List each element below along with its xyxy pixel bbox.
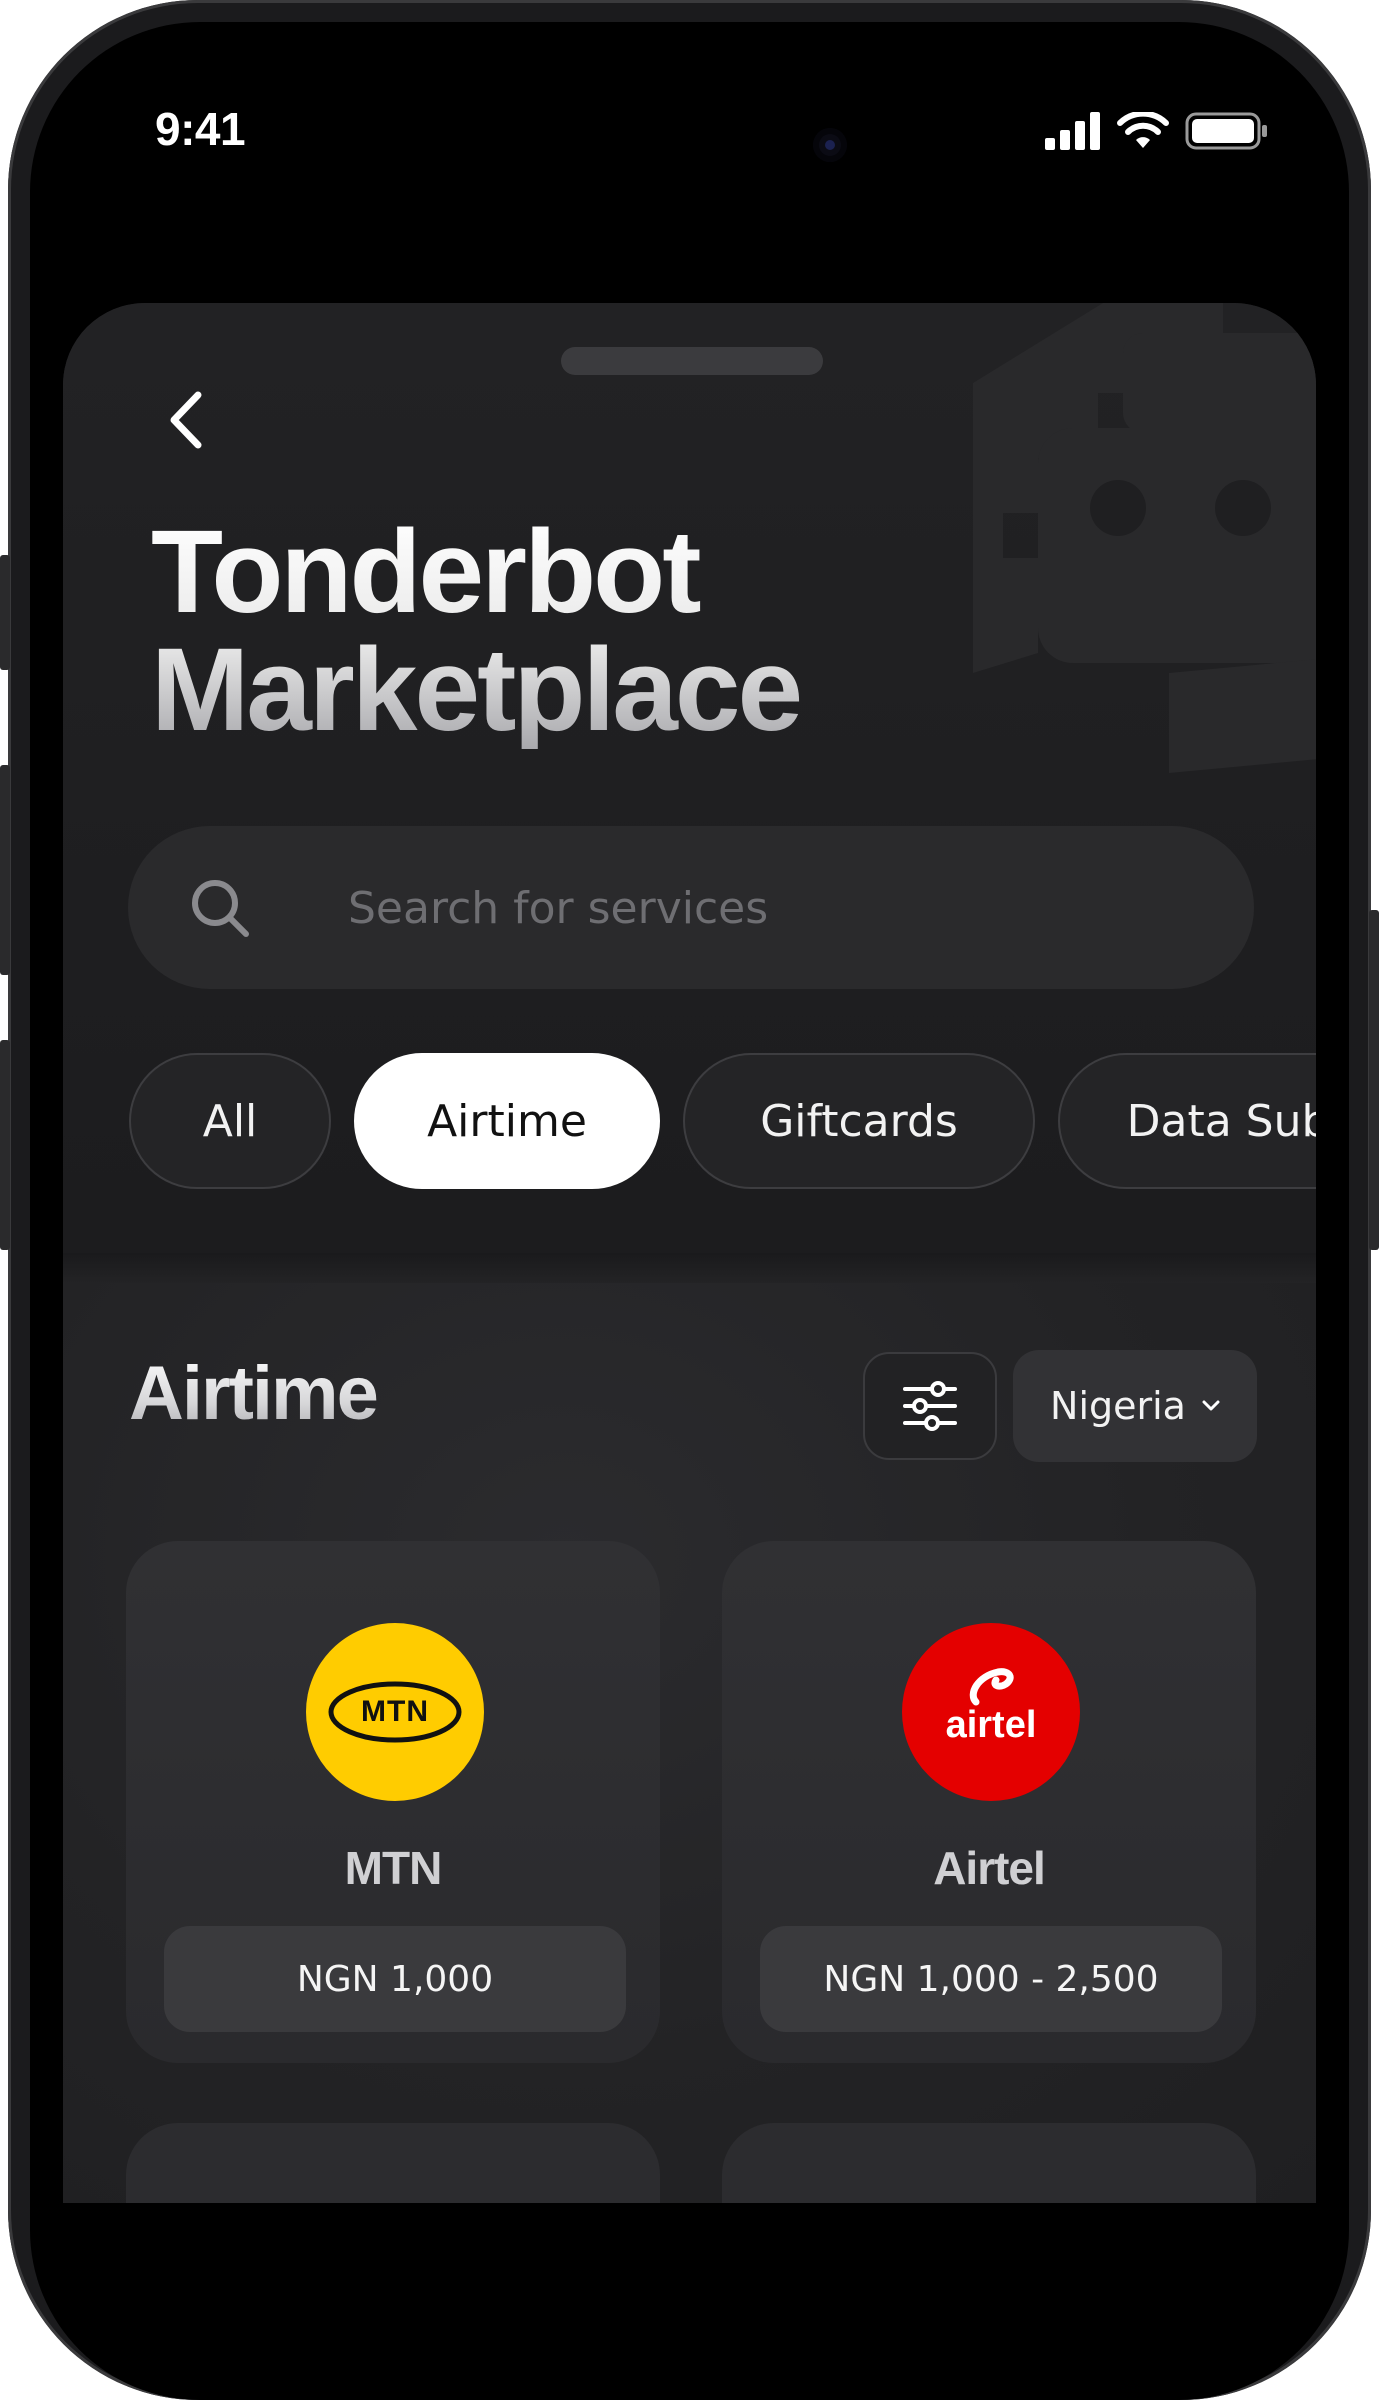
mtn-logo-text: MTN: [361, 1695, 429, 1728]
chevron-down-icon: [1202, 1400, 1220, 1411]
status-icons: [1045, 112, 1269, 150]
country-select-value: Nigeria: [1050, 1384, 1186, 1428]
section-title: Airtime: [129, 1349, 379, 1439]
chip-giftcards[interactable]: Giftcards: [683, 1053, 1035, 1189]
chip-label: Giftcards: [760, 1095, 958, 1147]
side-button-volume-up: [0, 765, 10, 975]
provider-price: NGN 1,000: [164, 1926, 626, 2032]
page-title-line-1: Tonderbot: [151, 506, 699, 638]
section-divider: [63, 1253, 1316, 1283]
page-title: Tonderbot Marketplace: [151, 513, 1051, 749]
search-icon: [192, 880, 249, 937]
airtel-logo: airtel: [902, 1623, 1080, 1801]
filter-button[interactable]: [863, 1352, 997, 1460]
chip-label: All: [202, 1095, 258, 1147]
status-time: 9:41: [155, 103, 246, 155]
provider-price: NGN 1,000 - 2,500: [760, 1926, 1222, 2032]
category-chips: All Airtime Giftcards Data Sub: [129, 1053, 1316, 1193]
airtel-logo-text: airtel: [945, 1703, 1037, 1746]
search-input[interactable]: [346, 876, 1210, 940]
chip-airtime[interactable]: Airtime: [354, 1053, 660, 1189]
back-button[interactable]: [151, 385, 221, 455]
provider-name: Airtel: [933, 1842, 1046, 1894]
wifi-icon: [1117, 112, 1169, 148]
provider-card-partial[interactable]: [126, 2123, 660, 2203]
chip-label: Airtime: [427, 1095, 587, 1147]
chip-all[interactable]: All: [129, 1053, 331, 1189]
sliders-icon: [903, 1381, 957, 1431]
chip-label: Data Sub: [1126, 1095, 1316, 1147]
marketplace-sheet: Tonderbot Marketplace All Airtime Giftca…: [63, 303, 1316, 2203]
battery-icon: [1185, 112, 1267, 150]
side-button-volume-down: [0, 1040, 10, 1250]
page-title-line-2: Marketplace: [151, 624, 801, 756]
provider-name: MTN: [344, 1842, 443, 1894]
side-button-action: [0, 555, 10, 670]
chip-data-sub[interactable]: Data Sub: [1058, 1053, 1316, 1189]
signal-icon: [1045, 112, 1100, 150]
status-bar: 9:41: [0, 0, 1379, 200]
side-button-power: [1369, 910, 1379, 1250]
search-bar[interactable]: [128, 826, 1254, 989]
front-camera: [813, 128, 847, 162]
provider-card-mtn[interactable]: MTN MTN NGN 1,000: [126, 1541, 660, 2063]
country-select[interactable]: Nigeria: [1013, 1350, 1257, 1462]
provider-card-partial[interactable]: [722, 2123, 1256, 2203]
mtn-logo: MTN: [306, 1623, 484, 1801]
sheet-grabber[interactable]: [561, 347, 823, 375]
provider-card-airtel[interactable]: airtel Airtel NGN 1,000 - 2,500: [722, 1541, 1256, 2063]
chevron-left-icon: [170, 391, 202, 449]
airtel-swirl-icon: [969, 1667, 1014, 1705]
